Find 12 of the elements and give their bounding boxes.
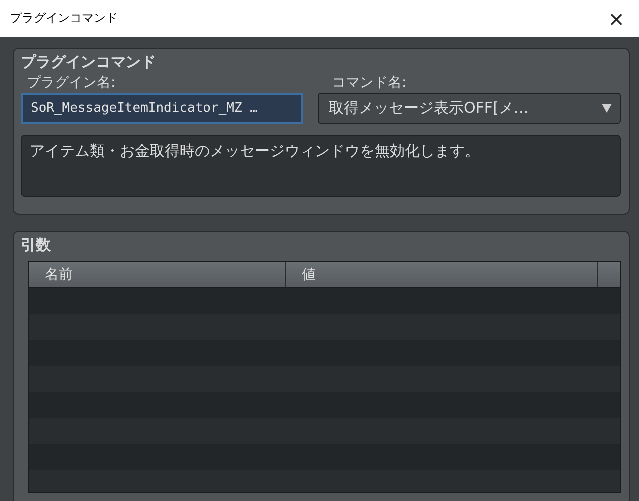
plugin-name-field[interactable]: SoR_MessageItemIndicator_MZ … xyxy=(21,93,303,124)
command-dropdown[interactable]: 取得メッセージ表示OFF[メ… xyxy=(318,93,621,124)
dropdown-arrow-icon xyxy=(602,104,612,113)
close-button[interactable]: × xyxy=(604,8,629,28)
column-header[interactable]: 名前 xyxy=(29,262,286,287)
window-title: プラグインコマンド xyxy=(10,10,118,27)
section-title: 引数 xyxy=(21,236,52,255)
section-title: プラグインコマンド xyxy=(21,53,157,72)
column-header[interactable]: 値 xyxy=(286,262,598,287)
command-name-label: コマンド名: xyxy=(331,74,407,92)
plugin-name-label: プラグイン名: xyxy=(26,74,117,92)
description-text: アイテム類・お金取得時のメッセージウィンドウを無効化します。 xyxy=(21,135,621,197)
